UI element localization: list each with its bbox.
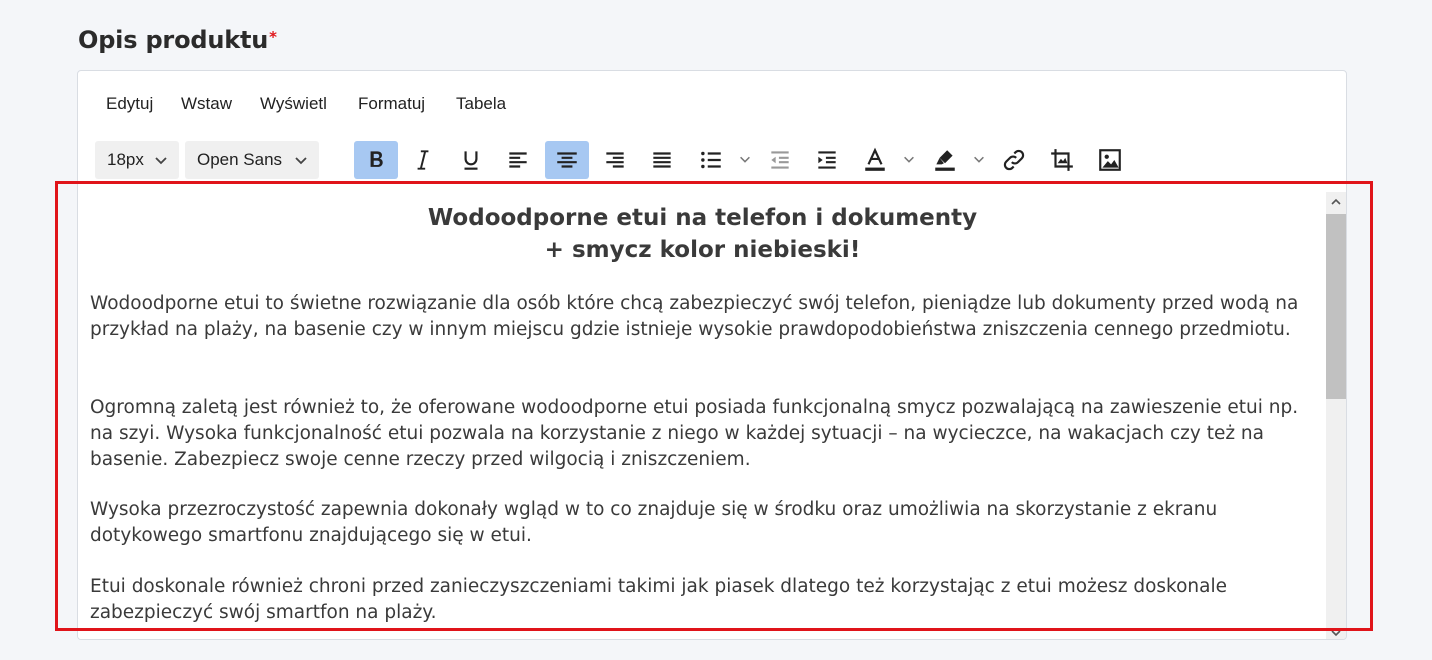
rich-text-editor: Edytuj Wstaw Wyświetl Formatuj Tabela 18…: [77, 70, 1347, 640]
align-right-icon: [606, 152, 624, 168]
highlight-color-button[interactable]: [923, 141, 967, 179]
scrollbar-thumb[interactable]: [1326, 214, 1346, 399]
italic-button[interactable]: [401, 141, 445, 179]
editor-menubar: Edytuj Wstaw Wyświetl Formatuj Tabela: [78, 71, 1346, 135]
align-left-icon: [509, 152, 527, 168]
bullet-list-button[interactable]: [689, 141, 733, 179]
chevron-down-icon: [295, 157, 307, 165]
indent-button[interactable]: [805, 141, 849, 179]
editor-content[interactable]: Wodoodporne etui na telefon i dokumenty …: [78, 192, 1327, 639]
bullet-list-icon: [701, 151, 721, 169]
scroll-up-icon[interactable]: [1329, 196, 1343, 208]
image-button[interactable]: [1088, 141, 1132, 179]
text-color-button[interactable]: [853, 141, 897, 179]
editor-toolbar: 18px Open Sans: [78, 139, 1346, 183]
chevron-down-icon[interactable]: [738, 152, 752, 166]
italic-icon: [417, 150, 429, 170]
content-paragraph: Ogromną zaletą jest również to, że ofero…: [90, 397, 1299, 470]
align-justify-icon: [653, 152, 671, 168]
menu-table[interactable]: Tabela: [456, 94, 506, 114]
bold-button[interactable]: [354, 141, 398, 179]
menu-edit[interactable]: Edytuj: [106, 94, 153, 114]
chevron-down-icon: [155, 157, 167, 165]
align-right-button[interactable]: [593, 141, 637, 179]
crop-image-icon: [1051, 149, 1073, 171]
font-family-value: Open Sans: [197, 150, 283, 169]
link-icon: [1003, 149, 1025, 171]
menu-view[interactable]: Wyświetl: [260, 94, 327, 114]
content-paragraph: Wysoka przezroczystość zapewnia dokonały…: [90, 499, 1218, 546]
content-paragraph: Wodoodporne etui to świetne rozwiązanie …: [90, 293, 1299, 340]
align-left-button[interactable]: [496, 141, 540, 179]
chevron-down-icon[interactable]: [902, 152, 916, 166]
menu-format[interactable]: Formatuj: [358, 94, 425, 114]
link-button[interactable]: [992, 141, 1036, 179]
required-mark: *: [269, 28, 277, 46]
content-scrollbar[interactable]: [1326, 192, 1346, 639]
font-size-value: 18px: [107, 150, 144, 169]
outdent-button[interactable]: [758, 141, 802, 179]
content-paragraph: Etui doskonale również chroni przed zani…: [90, 576, 1228, 623]
scroll-down-icon[interactable]: [1329, 627, 1343, 639]
content-heading-line-2: + smycz kolor niebieski!: [544, 237, 861, 263]
section-title: Opis produktu*: [78, 26, 277, 54]
indent-icon: [818, 151, 836, 169]
underline-icon: [464, 151, 478, 170]
align-justify-button[interactable]: [640, 141, 684, 179]
underline-button[interactable]: [449, 141, 493, 179]
section-title-text: Opis produktu: [78, 26, 269, 54]
outdent-icon: [771, 151, 789, 169]
align-center-icon: [557, 152, 577, 168]
content-heading: Wodoodporne etui na telefon i dokumenty …: [78, 202, 1327, 266]
font-family-select[interactable]: Open Sans: [185, 141, 319, 179]
text-color-icon: [865, 147, 885, 171]
content-heading-line-1: Wodoodporne etui na telefon i dokumenty: [427, 205, 978, 231]
highlight-color-icon: [935, 150, 955, 171]
font-size-select[interactable]: 18px: [95, 141, 179, 179]
crop-image-button[interactable]: [1040, 141, 1084, 179]
align-center-button[interactable]: [545, 141, 589, 179]
chevron-down-icon[interactable]: [972, 152, 986, 166]
bold-icon: [370, 151, 383, 167]
image-icon: [1099, 149, 1121, 171]
menu-insert[interactable]: Wstaw: [181, 94, 232, 114]
